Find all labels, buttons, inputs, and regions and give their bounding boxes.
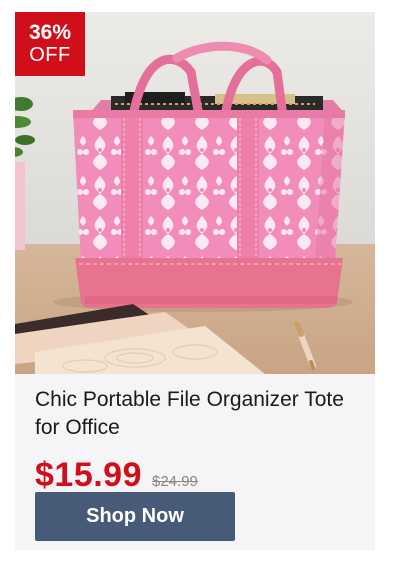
product-title[interactable]: Chic Portable File Organizer Tote for Of… (35, 386, 365, 442)
shop-now-button[interactable]: Shop Now (35, 492, 235, 541)
product-card[interactable]: 36% OFF Chic Portable File Organizer Tot… (15, 12, 375, 550)
discount-badge: 36% OFF (15, 12, 85, 76)
discount-off-label: OFF (29, 43, 71, 66)
discount-percent: 36% (28, 21, 72, 45)
sale-price: $15.99 (35, 456, 142, 494)
product-image[interactable]: 36% OFF (15, 12, 375, 374)
original-price: $24.99 (152, 473, 198, 490)
price-row: $15.99 $24.99 (35, 456, 198, 495)
